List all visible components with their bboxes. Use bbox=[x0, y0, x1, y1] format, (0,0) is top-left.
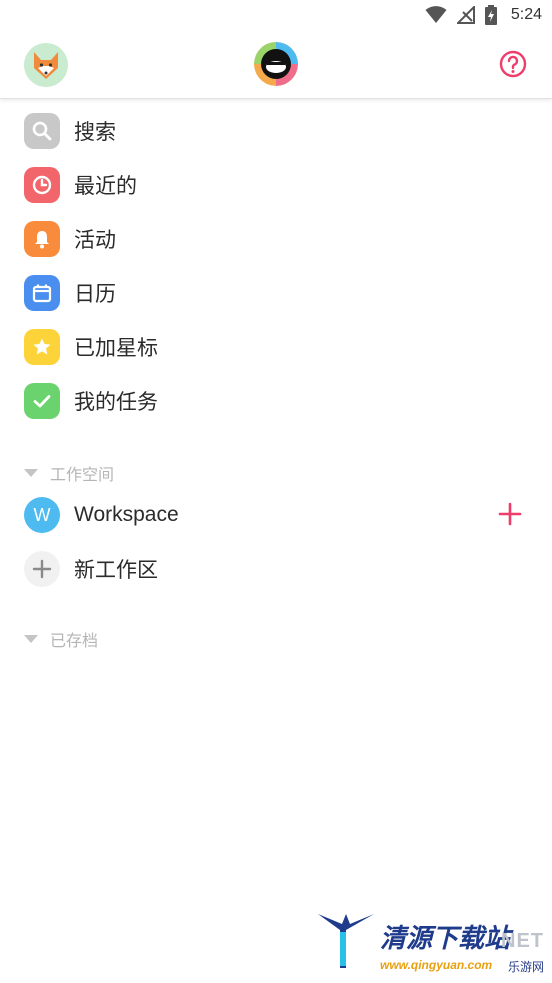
menu-item-label: 日历 bbox=[74, 283, 116, 306]
battery-charging-icon bbox=[484, 5, 497, 25]
new-workspace-item[interactable]: 新工作区 bbox=[0, 542, 552, 596]
menu-item-my-tasks[interactable]: 我的任务 bbox=[0, 374, 552, 428]
menu-item-label: 最近的 bbox=[74, 175, 137, 198]
menu-item-activity[interactable]: 活动 bbox=[0, 212, 552, 266]
section-label: 工作空间 bbox=[50, 467, 115, 484]
archived-section-header[interactable]: 已存档 bbox=[24, 627, 98, 651]
menu-item-label: 我的任务 bbox=[74, 391, 158, 414]
menu-item-label: 活动 bbox=[74, 229, 116, 252]
workspaces-section-header[interactable]: 工作空间 bbox=[24, 461, 114, 485]
add-plus-icon[interactable] bbox=[496, 500, 524, 528]
fox-avatar-icon[interactable] bbox=[24, 43, 68, 87]
menu-item-recent[interactable]: 最近的 bbox=[0, 158, 552, 212]
menu-item-label: 搜索 bbox=[74, 121, 116, 144]
wifi-icon bbox=[425, 6, 447, 23]
status-bar: 5:24 bbox=[0, 0, 552, 30]
watermark-title: 清源下载站 bbox=[380, 923, 511, 953]
clock-icon bbox=[24, 167, 60, 203]
collapse-triangle-icon bbox=[24, 635, 38, 643]
menu-item-search[interactable]: 搜索 bbox=[0, 104, 552, 158]
no-signal-icon bbox=[456, 6, 475, 24]
star-icon bbox=[24, 329, 60, 365]
collapse-triangle-icon bbox=[24, 469, 38, 477]
watermark: 清源下载站 www.qingyuan.com NET 乐游网 bbox=[316, 908, 548, 980]
plus-icon bbox=[24, 551, 60, 587]
app-bar bbox=[0, 30, 552, 99]
workspace-item[interactable]: W Workspace bbox=[0, 488, 552, 542]
app-logo-icon[interactable] bbox=[254, 42, 298, 86]
new-workspace-label: 新工作区 bbox=[74, 559, 158, 582]
status-icons: 5:24 bbox=[425, 5, 542, 25]
workspace-badge: W bbox=[24, 497, 60, 533]
section-label: 已存档 bbox=[50, 633, 99, 650]
help-circle-icon[interactable] bbox=[498, 49, 528, 79]
menu-item-label: 已加星标 bbox=[74, 337, 158, 360]
search-icon bbox=[24, 113, 60, 149]
watermark-net: NET bbox=[501, 930, 544, 952]
menu-item-starred[interactable]: 已加星标 bbox=[0, 320, 552, 374]
workspace-label: Workspace bbox=[74, 503, 179, 526]
menu-item-calendar[interactable]: 日历 bbox=[0, 266, 552, 320]
bell-icon bbox=[24, 221, 60, 257]
watermark-logo-icon bbox=[318, 914, 374, 968]
status-time: 5:24 bbox=[510, 6, 542, 23]
check-icon bbox=[24, 383, 60, 419]
watermark-site: 乐游网 bbox=[507, 960, 544, 974]
calendar-icon bbox=[24, 275, 60, 311]
watermark-url: www.qingyuan.com bbox=[380, 958, 493, 972]
main-menu: 搜索 最近的 活动 日历 已加星标 我的任务 bbox=[0, 104, 552, 428]
